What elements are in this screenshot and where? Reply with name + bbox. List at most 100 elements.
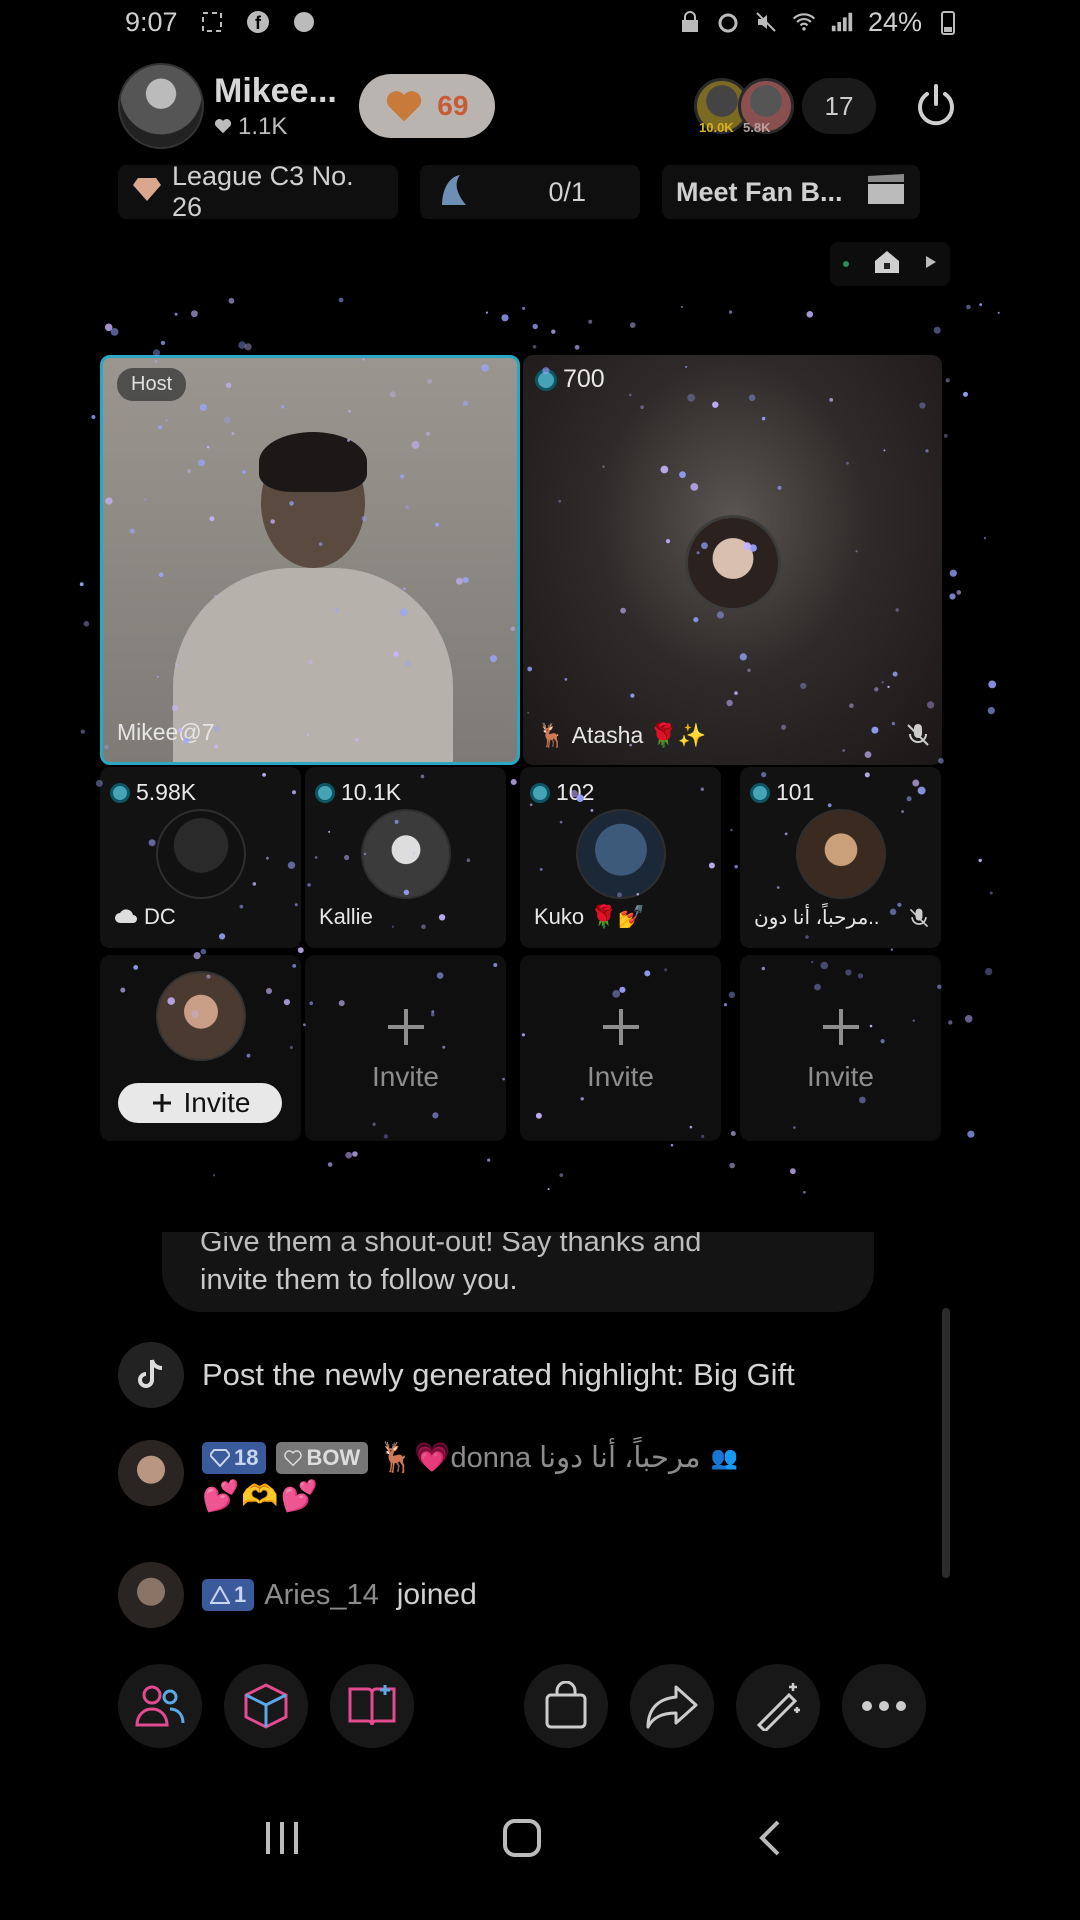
back-button[interactable] [752, 1818, 802, 1862]
system-nav-bar [0, 1800, 1080, 1880]
tiktok-icon [118, 1342, 184, 1408]
sparkle [933, 326, 941, 334]
chat-message-donna[interactable]: 18 BOW 🦌💗donna مرحباً، أنا دونا 👥 💕🫶💕 [118, 1440, 738, 1514]
self-invite-tile[interactable]: Invite [100, 955, 301, 1141]
invite-slot-label: Invite [807, 1061, 874, 1092]
host-avatar[interactable] [118, 63, 204, 149]
guest-tile-atasha[interactable]: 700 🦌 Atasha 🌹✨ [523, 355, 942, 765]
gift-count: 69 [437, 90, 469, 121]
mute-icon [754, 10, 778, 34]
sparkle [989, 891, 993, 895]
plus-icon [152, 1094, 171, 1112]
league-label: League C3 No. 26 [172, 161, 354, 222]
gem-icon [530, 782, 550, 803]
play-mini-icon[interactable] [924, 254, 938, 275]
power-icon [918, 84, 954, 126]
chat-highlight-message[interactable]: Post the newly generated highlight: Big … [118, 1342, 795, 1408]
plus-icon [387, 1009, 424, 1045]
sparkle [327, 1162, 333, 1167]
invite-slot[interactable]: Invite [305, 955, 506, 1141]
chat-username[interactable]: 🦌💗donna مرحباً، أنا دونا [378, 1440, 700, 1475]
follow-gift-button[interactable]: 69 [358, 74, 495, 138]
plus-icon [822, 1009, 859, 1045]
shop-button[interactable] [524, 1664, 608, 1748]
invite-slot[interactable]: Invite [520, 955, 721, 1141]
invite-button[interactable]: Invite [118, 1083, 282, 1123]
wifi-icon [792, 10, 816, 34]
live-mini-controls[interactable] [830, 242, 950, 286]
share-icon [646, 1685, 698, 1729]
more-icon [862, 1701, 906, 1711]
book-button[interactable] [330, 1664, 414, 1748]
recents-button[interactable] [262, 1818, 312, 1862]
messenger-icon [292, 10, 316, 34]
sparkle [238, 341, 246, 349]
league-pill[interactable]: League C3 No. 26 [118, 161, 398, 222]
status-bar: 9:07 f 24% [0, 0, 1080, 44]
invite-slot-label: Invite [587, 1061, 654, 1092]
sparkle [730, 1131, 736, 1136]
chat-join-message[interactable]: 1 Aries_14 joined [118, 1562, 477, 1628]
diamond-icon [210, 1448, 230, 1467]
effects-button[interactable] [736, 1664, 820, 1748]
box-button[interactable] [224, 1664, 308, 1748]
share-button[interactable] [630, 1664, 714, 1748]
goal-pill[interactable]: 0/1 [420, 165, 640, 219]
guest-avatar [684, 515, 781, 611]
shoutout-tip: Give them a shout-out! Say thanks and in… [162, 1232, 874, 1312]
sparkle [963, 391, 968, 397]
guest-tile-dc[interactable]: 5.98K DC [100, 767, 301, 948]
guest-tile-kuko[interactable]: 102 Kuko 🌹💅 [520, 767, 721, 948]
sparkle [551, 329, 556, 334]
guests-button[interactable] [118, 1664, 202, 1748]
sparkle [574, 344, 580, 350]
svg-text:f: f [255, 13, 262, 33]
sparkle [983, 537, 987, 540]
sparkle [803, 1190, 806, 1194]
sparkle [352, 1151, 358, 1157]
sparkle [80, 729, 85, 734]
diamond-icon [132, 176, 162, 209]
home-mini-icon[interactable] [873, 249, 901, 280]
clapperboard-icon [866, 172, 906, 213]
back-icon [759, 1820, 780, 1856]
guest-score: 700 [535, 365, 605, 394]
sparkle [110, 328, 119, 336]
cloud-icon [114, 904, 138, 930]
top-viewer-avatar[interactable]: 5.8K [738, 78, 794, 135]
joined-text: joined [396, 1578, 477, 1611]
guest-tile-kallie[interactable]: 10.1K Kallie [305, 767, 506, 948]
sparkle [728, 310, 733, 314]
invite-slot[interactable]: Invite [740, 955, 941, 1141]
host-video-tile[interactable]: Host Mikee@7 [100, 355, 520, 765]
guest-avatar [360, 809, 451, 899]
sparkle [988, 680, 997, 689]
sparkle [297, 947, 304, 954]
mic-muted-icon [907, 906, 931, 930]
sparkle [949, 569, 957, 577]
sparkle [987, 707, 995, 715]
guest-tile-arabic[interactable]: 101 مرحباً، أنا دون.. [740, 767, 941, 948]
sparkle [228, 297, 235, 304]
gem-icon [535, 368, 557, 391]
facebook-icon: f [246, 10, 270, 34]
guest-name: DC [144, 904, 176, 929]
gem-icon [315, 782, 335, 803]
chat-username[interactable]: Aries_14 [264, 1579, 378, 1612]
bag-icon [545, 1681, 587, 1729]
top-viewers[interactable]: 10.0K 5.8K 17 [694, 78, 876, 135]
meet-fan-pill[interactable]: Meet Fan B... [662, 165, 920, 219]
host-info[interactable]: Mikee... 1.1K [214, 72, 337, 141]
sparkle [956, 590, 962, 595]
viewer-count[interactable]: 17 [802, 78, 876, 134]
guest-name: مرحباً، أنا دون.. [754, 907, 880, 929]
end-live-button[interactable] [910, 80, 962, 132]
goal-progress: 0/1 [548, 176, 586, 207]
live-info-row: League C3 No. 26 0/1 Meet Fan B... [118, 161, 962, 222]
sparkle [723, 1003, 728, 1007]
chat-scrollbar[interactable] [942, 1308, 950, 1578]
guest-name: Kallie [319, 904, 373, 929]
lock-icon [678, 10, 702, 34]
more-button[interactable] [842, 1664, 926, 1748]
home-button[interactable] [502, 1818, 552, 1862]
